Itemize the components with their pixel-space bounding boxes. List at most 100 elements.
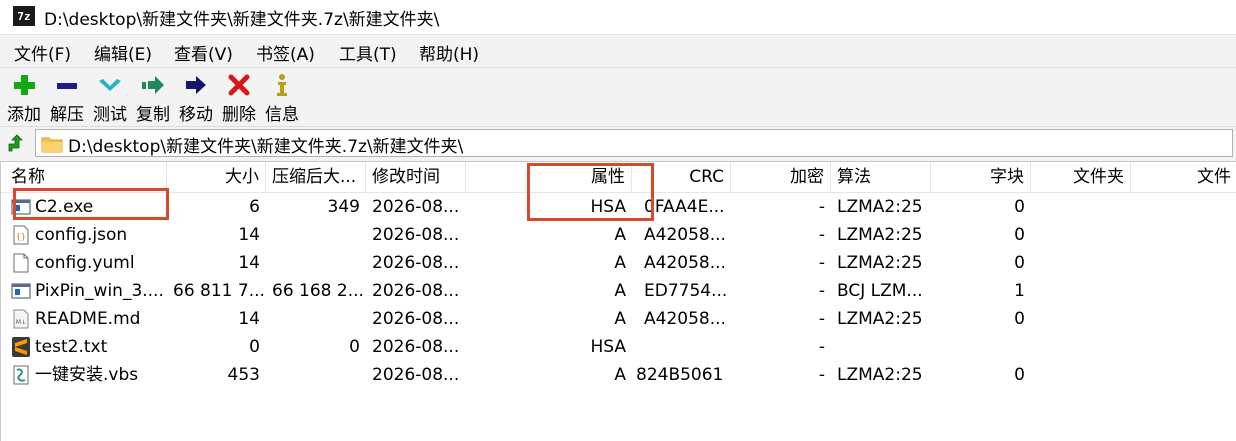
file-encrypted: -: [818, 309, 825, 329]
file-size: 453: [227, 365, 260, 385]
copy-arrow-icon: [142, 76, 164, 94]
file-method: LZMA2:25: [837, 365, 923, 385]
menu-file[interactable]: 文件(F): [14, 40, 71, 65]
minus-icon: [57, 83, 77, 89]
delete-button[interactable]: 删除: [219, 70, 259, 125]
menu-bar: 文件(F) 编辑(E) 查看(V) 书签(A) 工具(T) 帮助(H): [0, 35, 1236, 68]
column-crc[interactable]: CRC: [632, 162, 731, 192]
file-block: 0: [1014, 225, 1025, 245]
copy-button[interactable]: 复制: [133, 70, 173, 125]
file-attributes: HSA: [590, 337, 626, 357]
menu-view[interactable]: 查看(V): [174, 40, 233, 65]
add-button[interactable]: 添加: [4, 70, 44, 125]
file-block: 0: [1014, 309, 1025, 329]
info-button[interactable]: 信息: [262, 70, 302, 125]
file-modified: 2026-08...: [372, 309, 460, 329]
file-size: 14: [238, 309, 260, 329]
address-bar: D:\desktop\新建文件夹\新建文件夹.7z\新建文件夹\: [0, 127, 1236, 162]
column-size[interactable]: 大小: [167, 162, 266, 192]
test-button[interactable]: 测试: [90, 70, 130, 125]
file-modified: 2026-08...: [372, 281, 460, 301]
info-icon: [277, 74, 287, 96]
table-row[interactable]: C2.exe 6 349 2026-08... HSA 0FAA4E... - …: [1, 193, 1236, 221]
file-name: config.yuml: [35, 253, 135, 273]
column-modified[interactable]: 修改时间: [366, 162, 466, 192]
column-name[interactable]: 名称: [1, 162, 167, 192]
column-block[interactable]: 字块: [931, 162, 1031, 192]
file-encrypted: -: [818, 253, 825, 273]
file-size: 6: [249, 197, 260, 217]
move-arrow-icon: [186, 76, 206, 94]
column-method[interactable]: 算法: [831, 162, 931, 192]
file-method: LZMA2:25: [837, 253, 923, 273]
info-label: 信息: [265, 105, 299, 125]
check-chevron-icon: [99, 79, 121, 91]
file-modified: 2026-08...: [372, 337, 460, 357]
vbs-script-icon: [13, 365, 29, 385]
json-file-icon: {}: [13, 225, 29, 245]
svg-text:{}: {}: [16, 232, 26, 241]
file-method: [831, 333, 931, 361]
table-row[interactable]: PixPin_win_3.... 66 811 7... 66 168 2...…: [1, 277, 1236, 305]
file-encrypted: -: [818, 225, 825, 245]
file-crc: ED7754...: [644, 281, 728, 301]
file-modified: 2026-08...: [372, 253, 460, 273]
up-folder-icon[interactable]: [6, 134, 26, 154]
add-label: 添加: [7, 105, 41, 125]
extract-button[interactable]: 解压: [47, 70, 87, 125]
table-row[interactable]: 一键安装.vbs 453 2026-08... A 824B5061 - LZM…: [1, 361, 1236, 389]
column-attributes[interactable]: 属性: [466, 162, 632, 192]
table-row[interactable]: test2.txt 0 0 2026-08... HSA -: [1, 333, 1236, 361]
file-name: C2.exe: [35, 197, 94, 217]
table-row[interactable]: config.yuml 14 2026-08... A A42058... - …: [1, 249, 1236, 277]
file-name: 一键安装.vbs: [35, 365, 139, 385]
file-packed-size: 349: [327, 197, 360, 217]
delete-x-icon: [228, 74, 250, 96]
exe-icon: [11, 199, 31, 215]
column-folders[interactable]: 文件夹: [1031, 162, 1131, 192]
file-block: 0: [1014, 197, 1025, 217]
menu-tools[interactable]: 工具(T): [339, 40, 397, 65]
folder-icon: [41, 137, 63, 153]
file-method: LZMA2:25: [837, 197, 923, 217]
svg-text:M↓: M↓: [16, 319, 26, 326]
file-encrypted: -: [818, 281, 825, 301]
file-packed-size: [266, 361, 366, 389]
file-crc: A42058...: [644, 253, 726, 273]
file-name: README.md: [35, 309, 141, 329]
move-button[interactable]: 移动: [176, 70, 216, 125]
column-packed-size[interactable]: 压缩后大...: [266, 162, 366, 192]
file-modified: 2026-08...: [372, 225, 460, 245]
file-attributes: A: [614, 309, 626, 329]
plus-icon: [14, 75, 35, 95]
file-packed-size: 66 168 2...: [272, 281, 364, 301]
file-size: 14: [238, 225, 260, 245]
column-encrypted[interactable]: 加密: [731, 162, 831, 192]
file-method: LZMA2:25: [837, 309, 923, 329]
file-modified: 2026-08...: [372, 197, 460, 217]
file-crc: A42058...: [644, 225, 726, 245]
file-encrypted: -: [818, 365, 825, 385]
table-row[interactable]: {} config.json 14 2026-08... A A42058...…: [1, 221, 1236, 249]
menu-bookmarks[interactable]: 书签(A): [256, 40, 315, 65]
file-name: PixPin_win_3....: [35, 281, 164, 301]
file-crc: A42058...: [644, 309, 726, 329]
file-crc: 824B5061: [636, 365, 724, 385]
column-files[interactable]: 文件: [1131, 162, 1236, 192]
table-row[interactable]: M↓ README.md 14 2026-08... A A42058... -…: [1, 305, 1236, 333]
file-crc: [638, 333, 731, 361]
delete-label: 删除: [222, 105, 256, 125]
file-packed-size: [266, 249, 366, 277]
file-icon: [13, 253, 29, 273]
title-bar: 7z D:\desktop\新建文件夹\新建文件夹.7z\新建文件夹\: [0, 0, 1236, 35]
file-packed-size: 0: [349, 337, 360, 357]
file-size: 0: [249, 337, 260, 357]
file-attributes: A: [614, 365, 626, 385]
menu-edit[interactable]: 编辑(E): [94, 40, 152, 65]
menu-help[interactable]: 帮助(H): [419, 40, 479, 65]
path-input[interactable]: D:\desktop\新建文件夹\新建文件夹.7z\新建文件夹\: [35, 129, 1233, 157]
file-crc: 0FAA4E...: [644, 197, 725, 217]
file-list: 名称 大小 压缩后大... 修改时间 属性 CRC 加密 算法 字块 文件夹 文…: [0, 162, 1236, 441]
file-block: [931, 333, 1031, 361]
test-label: 测试: [93, 105, 127, 125]
